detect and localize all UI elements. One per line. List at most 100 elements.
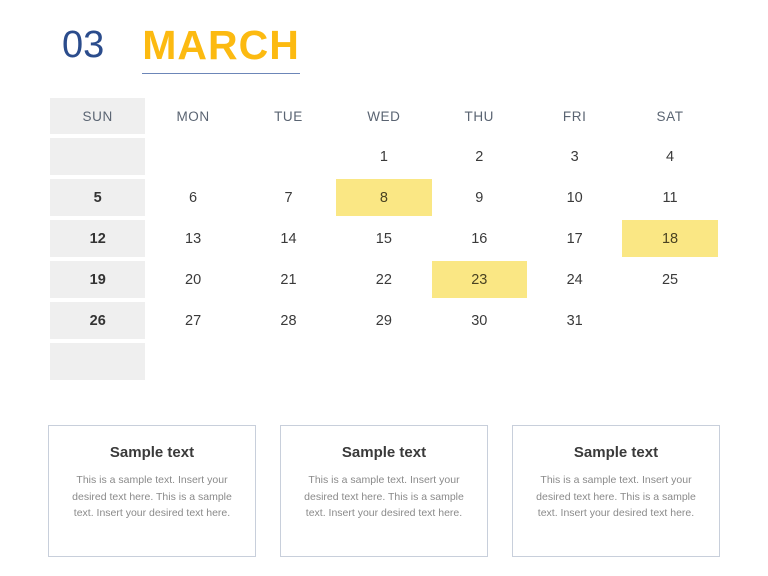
day-number: 31	[566, 312, 583, 329]
calendar-day-cell[interactable]: 19	[50, 259, 146, 300]
calendar-day-cell[interactable]: 7	[241, 177, 336, 218]
calendar-empty-cell	[145, 341, 240, 382]
weekday-header-mon: MON	[145, 96, 240, 136]
calendar-day-cell[interactable]: 26	[50, 300, 146, 341]
day-number: 21	[280, 271, 297, 288]
day-number: 25	[661, 271, 679, 288]
calendar-day-cell[interactable]: 22	[336, 259, 431, 300]
day-number: 6	[189, 189, 198, 206]
day-number: 29	[375, 312, 392, 329]
weekday-header-wed: WED	[336, 96, 431, 136]
calendar-day-cell[interactable]: 8	[336, 177, 432, 218]
month-underline-rule	[142, 73, 300, 74]
month-name: MARCH	[142, 22, 300, 68]
day-number: 13	[185, 230, 202, 247]
sunday-column-block	[50, 138, 146, 175]
day-number: 14	[280, 230, 297, 247]
calendar-day-cell[interactable]: 13	[145, 218, 240, 259]
day-number: 17	[566, 230, 583, 247]
weekday-header-label: WED	[367, 108, 401, 124]
day-number: 11	[662, 189, 678, 206]
calendar-day-cell[interactable]: 9	[432, 177, 527, 218]
calendar-day-cell[interactable]: 3	[527, 136, 622, 177]
card-body-text: This is a sample text. Insert your desir…	[72, 474, 232, 519]
day-number: 24	[566, 271, 583, 288]
calendar-week-row: 26 27 28 29 30 31	[50, 300, 718, 341]
calendar-empty-cell	[50, 136, 146, 177]
weekday-header-sat: SAT	[622, 96, 717, 136]
calendar-day-cell[interactable]: 2	[432, 136, 527, 177]
weekday-header-label: MON	[176, 108, 210, 124]
weekday-header-row: SUN MON TUE WED THU FRI SAT	[50, 96, 718, 136]
day-number: 15	[375, 230, 392, 247]
calendar-day-cell[interactable]: 17	[527, 218, 622, 259]
calendar-day-cell[interactable]: 4	[622, 136, 717, 177]
day-number: 5	[93, 189, 102, 206]
day-number: 18	[661, 230, 679, 247]
calendar-empty-cell	[432, 341, 527, 382]
calendar-day-cell[interactable]: 28	[241, 300, 336, 341]
calendar-day-cell[interactable]: 1	[336, 136, 431, 177]
calendar-empty-cell	[527, 341, 622, 382]
day-number: 7	[284, 189, 293, 206]
calendar-day-cell[interactable]: 27	[145, 300, 240, 341]
calendar-day-cell[interactable]: 21	[241, 259, 336, 300]
calendar-week-row: 5 6 7 8 9 10 11	[50, 177, 718, 218]
sample-text-cards: Sample text This is a sample text. Insert…	[48, 425, 720, 557]
sunday-column-block	[50, 343, 146, 380]
day-number: 19	[89, 271, 106, 288]
calendar-day-cell[interactable]: 11	[622, 177, 717, 218]
calendar-day-cell[interactable]: 15	[336, 218, 431, 259]
day-number: 28	[280, 312, 297, 329]
card-title: Sample text	[573, 444, 659, 461]
day-number: 26	[89, 312, 106, 329]
calendar-day-cell[interactable]: 6	[145, 177, 240, 218]
day-number: 12	[89, 230, 106, 247]
calendar-day-cell[interactable]: 14	[241, 218, 336, 259]
calendar-header: 03 MARCH	[62, 22, 300, 74]
calendar-day-cell[interactable]: 31	[527, 300, 622, 341]
month-name-group: MARCH	[142, 22, 300, 74]
calendar-empty-cell	[622, 341, 717, 382]
calendar-empty-cell	[622, 300, 717, 341]
card-body-text: This is a sample text. Insert your desir…	[536, 474, 696, 519]
calendar-day-cell[interactable]: 30	[432, 300, 527, 341]
calendar-day-cell[interactable]: 23	[431, 259, 527, 300]
day-number: 16	[471, 230, 488, 247]
month-number: 03	[62, 24, 105, 66]
calendar-day-cell[interactable]: 24	[527, 259, 622, 300]
calendar-day-cell[interactable]: 20	[145, 259, 240, 300]
weekday-header-fri: FRI	[527, 96, 622, 136]
calendar-week-row: 1 2 3 4	[50, 136, 718, 177]
sample-text-card[interactable]: Sample text This is a sample text. Insert…	[512, 425, 720, 557]
day-number: 9	[475, 189, 484, 206]
calendar-empty-cell	[241, 136, 336, 177]
weekday-header-tue: TUE	[241, 96, 336, 136]
weekday-header-label: SUN	[82, 108, 113, 124]
weekday-header-label: FRI	[562, 108, 587, 124]
calendar-week-row: 19 20 21 22 23 24 25	[50, 259, 718, 300]
calendar-day-cell[interactable]: 12	[50, 218, 146, 259]
day-number: 22	[375, 271, 392, 288]
weekday-header-label: TUE	[274, 108, 303, 124]
calendar-day-cell[interactable]: 25	[622, 259, 717, 300]
calendar-week-row	[50, 341, 718, 382]
calendar-empty-cell	[145, 136, 240, 177]
day-number: 30	[471, 312, 488, 329]
calendar-day-cell[interactable]: 5	[50, 177, 146, 218]
calendar-day-cell[interactable]: 10	[527, 177, 622, 218]
calendar-grid: SUN MON TUE WED THU FRI SAT 1 2 3 4 5 6 7 8 9 10 11 12 13 1…	[50, 96, 718, 382]
calendar-day-cell[interactable]: 16	[432, 218, 527, 259]
day-number: 4	[666, 148, 675, 165]
card-body-text: This is a sample text. Insert your desir…	[304, 474, 464, 519]
calendar-week-row: 12 13 14 15 16 17 18	[50, 218, 718, 259]
calendar-day-cell[interactable]: 18	[622, 218, 718, 259]
day-number: 20	[185, 271, 202, 288]
sample-text-card[interactable]: Sample text This is a sample text. Insert…	[280, 425, 488, 557]
day-number: 1	[379, 148, 388, 165]
calendar-day-cell[interactable]: 29	[336, 300, 431, 341]
day-number: 8	[379, 189, 388, 206]
calendar-empty-cell	[50, 341, 146, 382]
sample-text-card[interactable]: Sample text This is a sample text. Insert…	[48, 425, 256, 557]
weekday-header-label: THU	[464, 108, 495, 124]
